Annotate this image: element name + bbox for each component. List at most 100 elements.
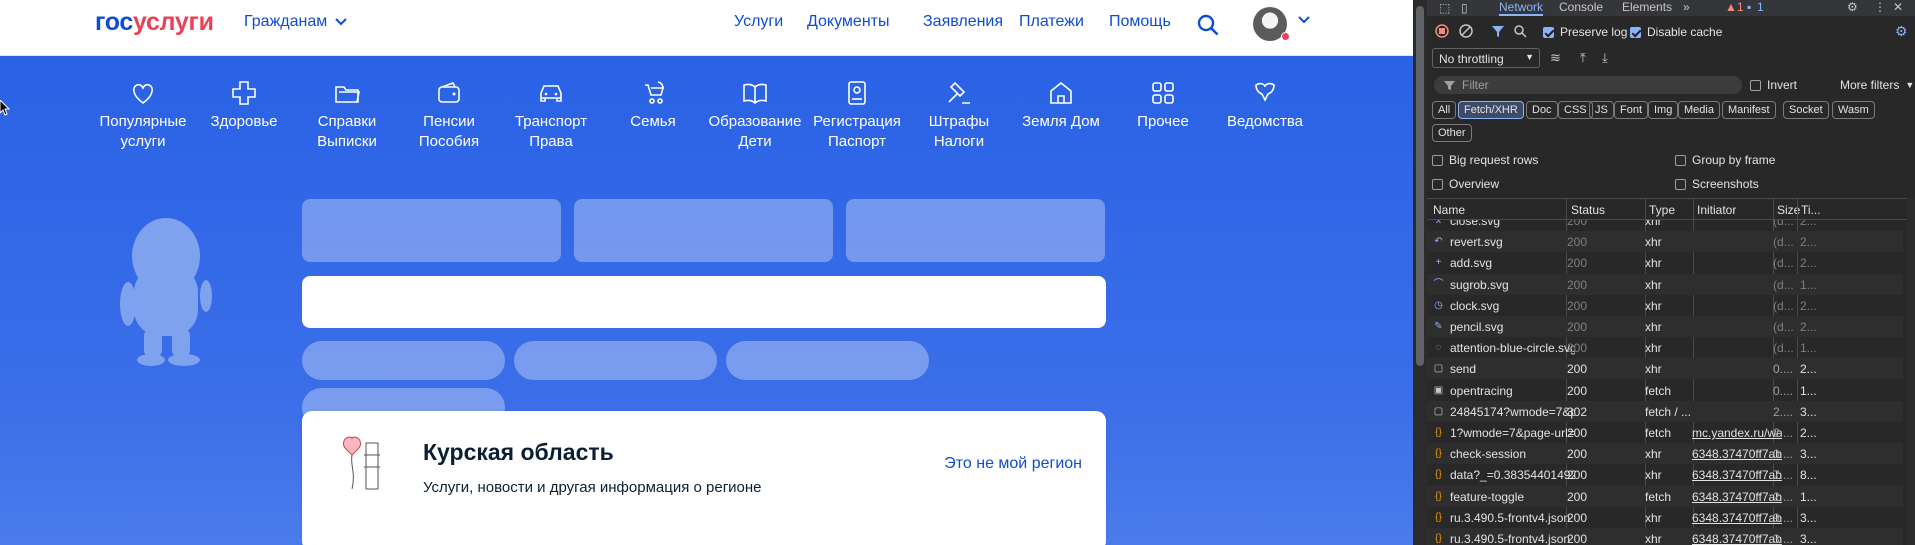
- record-stop-icon[interactable]: [1435, 24, 1449, 38]
- request-row[interactable]: ▢ send 200 xhr 0.... 2...: [1427, 358, 1903, 380]
- request-row[interactable]: ↶ revert.svg 200 xhr (d... 2...: [1427, 231, 1903, 253]
- request-name[interactable]: data?_=0.383544014927...: [1450, 468, 1575, 482]
- column-time[interactable]: Ti...: [1801, 203, 1821, 217]
- clear-icon[interactable]: [1459, 24, 1473, 38]
- close-icon[interactable]: ✕: [1893, 0, 1903, 14]
- scrollbar-thumb[interactable]: [1416, 6, 1424, 366]
- request-name[interactable]: revert.svg: [1450, 235, 1575, 249]
- column-initiator[interactable]: Initiator: [1697, 203, 1736, 217]
- request-row[interactable]: {} ru.3.490.5-frontv4.json 200 xhr 6348.3747…: [1427, 507, 1903, 528]
- gosuslugi-logo[interactable]: госуслуги: [95, 8, 214, 37]
- device-toolbar-icon[interactable]: ▯: [1461, 1, 1468, 15]
- overview-option[interactable]: Overview: [1432, 177, 1499, 191]
- category-other[interactable]: Прочее: [1108, 78, 1218, 132]
- request-initiator[interactable]: 6348.37470ff7ab: [1692, 490, 1782, 504]
- preserve-log-option[interactable]: Preserve log: [1543, 25, 1627, 39]
- filter-input[interactable]: Filter: [1434, 76, 1742, 94]
- request-initiator[interactable]: 6348.37470ff7ab: [1692, 468, 1782, 482]
- chip-doc[interactable]: Doc: [1526, 101, 1558, 119]
- more-filters-dropdown[interactable]: More filters ▼: [1840, 78, 1914, 92]
- chip-wasm[interactable]: Wasm: [1832, 101, 1875, 119]
- group-by-frame-checkbox[interactable]: [1675, 154, 1686, 166]
- inspect-element-icon[interactable]: ⬚: [1439, 1, 1450, 15]
- request-row[interactable]: ▣ opentracing 200 fetch 0.... 1...: [1427, 380, 1903, 401]
- request-row[interactable]: x close.svg 200 xhr (d... 2...: [1427, 220, 1903, 231]
- chip-css[interactable]: CSS: [1558, 101, 1593, 119]
- search-icon[interactable]: [1196, 13, 1220, 37]
- request-row[interactable]: {} data?_=0.383544014927...200 xhr 6348.374…: [1427, 464, 1903, 485]
- gear-icon[interactable]: ⚙: [1847, 0, 1858, 14]
- category-certificates[interactable]: Справки Выписки: [292, 78, 402, 152]
- category-agencies[interactable]: Ведомства: [1210, 78, 1320, 132]
- big-request-rows-option[interactable]: Big request rows: [1432, 153, 1538, 167]
- tab-elements[interactable]: Elements: [1622, 0, 1672, 14]
- nav-applications[interactable]: Заявления: [923, 13, 1003, 31]
- chip-other[interactable]: Other: [1432, 124, 1472, 142]
- request-name[interactable]: opentracing: [1450, 384, 1575, 398]
- request-initiator[interactable]: mc.yandex.ru/wa: [1692, 426, 1782, 440]
- category-land-house[interactable]: Земля Дом: [1006, 78, 1116, 132]
- request-row[interactable]: {} check-session 200 xhr 6348.37470ff7ab 0...…: [1427, 443, 1903, 465]
- request-name[interactable]: ru.3.490.5-frontv4.json: [1450, 532, 1575, 545]
- request-row[interactable]: ◌ attention-blue-circle.svg 200 xhr (d... 1..…: [1427, 337, 1903, 358]
- chip-js[interactable]: JS: [1589, 101, 1614, 119]
- screenshots-checkbox[interactable]: [1675, 178, 1686, 190]
- request-row[interactable]: ◷ clock.svg 200 xhr (d... 2...: [1427, 295, 1903, 316]
- issues-count[interactable]: 1: [1757, 0, 1764, 14]
- nav-documents[interactable]: Документы: [807, 13, 889, 31]
- category-pensions[interactable]: Пенсии Пособия: [394, 78, 504, 152]
- category-registration[interactable]: Регистрация Паспорт: [802, 78, 912, 152]
- category-family[interactable]: Семья: [598, 78, 708, 132]
- avatar[interactable]: [1253, 7, 1290, 41]
- request-name[interactable]: clock.svg: [1450, 299, 1575, 313]
- request-name[interactable]: send: [1450, 362, 1575, 376]
- category-education[interactable]: Образование Дети: [700, 78, 810, 152]
- requests-scrollbar[interactable]: [1907, 198, 1915, 545]
- nav-help[interactable]: Помощь: [1109, 13, 1171, 31]
- nav-services[interactable]: Услуги: [734, 13, 783, 31]
- category-fines[interactable]: Штрафы Налоги: [904, 78, 1014, 152]
- import-har-icon[interactable]: ⤒: [1580, 50, 1586, 66]
- chip-img[interactable]: Img: [1648, 101, 1679, 119]
- chip-media[interactable]: Media: [1678, 101, 1720, 119]
- page-scrollbar[interactable]: [1413, 0, 1427, 545]
- filter-icon[interactable]: [1491, 24, 1505, 38]
- request-name[interactable]: check-session: [1450, 447, 1575, 461]
- request-name[interactable]: add.svg: [1450, 256, 1575, 270]
- big-request-rows-checkbox[interactable]: [1432, 154, 1443, 166]
- preserve-log-checkbox[interactable]: [1543, 26, 1554, 38]
- request-name[interactable]: close.svg: [1450, 220, 1575, 228]
- issues-icon[interactable]: ▪: [1747, 0, 1751, 14]
- chip-manifest[interactable]: Manifest: [1722, 101, 1776, 119]
- category-popular[interactable]: Популярные услуги: [88, 78, 198, 152]
- throttling-select[interactable]: No throttling ▼: [1432, 48, 1540, 68]
- invert-checkbox[interactable]: [1750, 79, 1761, 91]
- chip-font[interactable]: Font: [1614, 101, 1649, 119]
- request-initiator[interactable]: 6348.37470ff7ab: [1692, 532, 1782, 545]
- kebab-menu-icon[interactable]: ⋮: [1874, 0, 1886, 14]
- export-har-icon[interactable]: ⤓: [1602, 50, 1608, 66]
- request-row[interactable]: {} ru.3.490.5-frontv4.json 200 xhr 6348.3747…: [1427, 528, 1903, 545]
- search-field-placeholder[interactable]: [302, 276, 1106, 328]
- tab-console[interactable]: Console: [1559, 0, 1603, 14]
- group-by-frame-option[interactable]: Group by frame: [1675, 153, 1775, 167]
- request-name[interactable]: feature-toggle: [1450, 490, 1575, 504]
- tab-network[interactable]: Network: [1499, 0, 1544, 16]
- search-icon[interactable]: [1513, 24, 1527, 38]
- disable-cache-checkbox[interactable]: [1630, 26, 1641, 38]
- warning-icon[interactable]: ▲: [1725, 0, 1737, 14]
- chip-fetch-xhr[interactable]: Fetch/XHR: [1458, 101, 1524, 119]
- request-name[interactable]: attention-blue-circle.svg: [1450, 341, 1575, 355]
- network-settings-gear-icon[interactable]: ⚙: [1895, 23, 1908, 40]
- chip-all[interactable]: All: [1432, 101, 1457, 119]
- category-health[interactable]: Здоровье: [189, 78, 299, 132]
- request-row[interactable]: ✎ pencil.svg 200 xhr (d... 2...: [1427, 316, 1903, 337]
- request-row[interactable]: {} 1?wmode=7&page-url=... 200 fetch mc.yande…: [1427, 422, 1903, 443]
- request-row[interactable]: ⌒ sugrob.svg 200 xhr (d... 1...: [1427, 273, 1903, 295]
- overview-checkbox[interactable]: [1432, 178, 1443, 190]
- column-type[interactable]: Type: [1649, 203, 1675, 217]
- request-name[interactable]: sugrob.svg: [1450, 278, 1575, 292]
- chevron-down-icon[interactable]: [1298, 16, 1310, 24]
- request-initiator[interactable]: 6348.37470ff7ab: [1692, 511, 1782, 525]
- request-row[interactable]: {} feature-toggle 200 fetch 6348.37470ff7ab 2…: [1427, 485, 1903, 507]
